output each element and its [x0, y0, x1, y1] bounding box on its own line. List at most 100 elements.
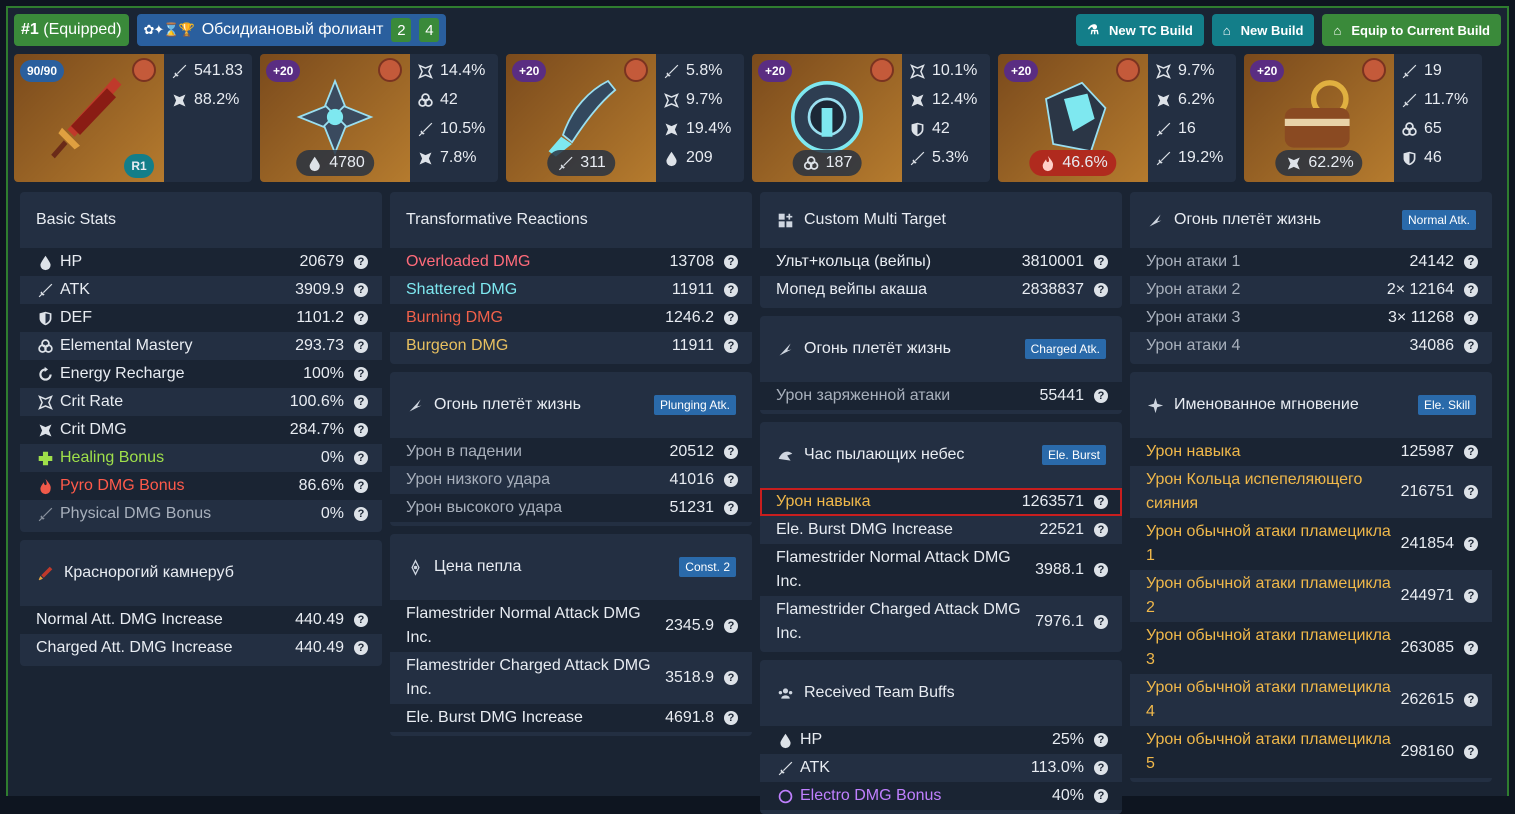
- crit-dmg-icon: [1284, 154, 1302, 172]
- help-icon[interactable]: ?: [354, 423, 368, 437]
- help-icon[interactable]: ?: [724, 473, 738, 487]
- stat-label: Урон обычной атаки пламецикла 3: [1146, 627, 1391, 668]
- stat-value: 25%: [1051, 731, 1084, 748]
- help-icon[interactable]: ?: [1094, 563, 1108, 577]
- help-icon[interactable]: ?: [1464, 745, 1478, 759]
- stat-value: 3988.1: [1035, 561, 1084, 578]
- help-icon[interactable]: ?: [1094, 389, 1108, 403]
- help-icon[interactable]: ?: [1464, 641, 1478, 655]
- set-count-4: 4: [419, 18, 440, 42]
- stat-label: Ele. Burst DMG Increase: [406, 709, 583, 726]
- help-icon[interactable]: ?: [724, 283, 738, 297]
- substat-value: 7.8%: [440, 149, 477, 166]
- column-3: Custom Multi Target Ульт+кольца (вейпы) 3…: [760, 192, 1122, 814]
- new-build-button[interactable]: ⌂ New Build: [1211, 14, 1315, 46]
- substat-value: 541.83: [194, 62, 243, 79]
- stat-row: Overloaded DMG 13708?: [390, 248, 752, 276]
- stat-label: Урон атаки 3: [1146, 309, 1241, 326]
- substat: 7.8%: [416, 147, 498, 169]
- help-icon[interactable]: ?: [354, 451, 368, 465]
- substat: 5.8%: [662, 60, 744, 82]
- stat-value: 55441: [1039, 387, 1085, 404]
- help-icon[interactable]: ?: [1464, 537, 1478, 551]
- help-icon[interactable]: ?: [1464, 589, 1478, 603]
- help-icon[interactable]: ?: [724, 445, 738, 459]
- new-tc-build-button[interactable]: ⚗ New TC Build: [1076, 14, 1204, 46]
- stat-value: 1101.2: [296, 309, 344, 326]
- help-icon[interactable]: ?: [354, 395, 368, 409]
- artifact-slot[interactable]: +20 46.6% 9.7% 6.2% 16 19.2%: [998, 54, 1236, 182]
- help-icon[interactable]: ?: [1464, 311, 1478, 325]
- help-icon[interactable]: ?: [724, 311, 738, 325]
- help-icon[interactable]: ?: [1464, 283, 1478, 297]
- equipped-badge: #1 (Equipped): [14, 14, 129, 46]
- help-icon[interactable]: ?: [1464, 693, 1478, 707]
- help-icon[interactable]: ?: [724, 339, 738, 353]
- stat-label: Урон навыка: [1146, 443, 1241, 460]
- help-icon[interactable]: ?: [1094, 733, 1108, 747]
- stat-row: Урон низкого удара 41016?: [390, 466, 752, 494]
- help-icon[interactable]: ?: [354, 367, 368, 381]
- help-icon[interactable]: ?: [354, 283, 368, 297]
- stat-label: Урон атаки 4: [1146, 337, 1241, 354]
- help-icon[interactable]: ?: [354, 507, 368, 521]
- artifact-slot[interactable]: +20 4780 14.4% 42 10.5% 7.8%: [260, 54, 498, 182]
- help-icon[interactable]: ?: [1464, 445, 1478, 459]
- help-icon[interactable]: ?: [1464, 485, 1478, 499]
- em-icon: [1400, 120, 1418, 138]
- help-icon[interactable]: ?: [354, 479, 368, 493]
- stat-row: Урон обычной атаки пламецикла 3 263085?: [1130, 622, 1492, 674]
- help-icon[interactable]: ?: [724, 711, 738, 725]
- help-icon[interactable]: ?: [724, 501, 738, 515]
- help-icon[interactable]: ?: [724, 255, 738, 269]
- stat-row: Урон навыка 1263571?: [760, 488, 1122, 516]
- sword-icon: [416, 120, 434, 138]
- help-icon[interactable]: ?: [1094, 283, 1108, 297]
- build-actions: ⚗ New TC Build ⌂ New Build ⌂ Equip to Curre…: [1076, 14, 1501, 46]
- help-icon[interactable]: ?: [1094, 615, 1108, 629]
- equip-build-button[interactable]: ⌂ Equip to Current Build: [1322, 14, 1501, 46]
- stat-row: ATK 3909.9?: [20, 276, 382, 304]
- artifact-slot[interactable]: +20 187 10.1% 12.4% 42 5.3%: [752, 54, 990, 182]
- substat-list: 541.83 88.2%: [164, 54, 252, 182]
- help-icon[interactable]: ?: [1094, 495, 1108, 509]
- character-avatar: [624, 58, 648, 82]
- help-icon[interactable]: ?: [1464, 255, 1478, 269]
- normal-atk-header: Огонь плетёт жизнь Normal Atk.: [1130, 192, 1492, 248]
- help-icon[interactable]: ?: [354, 641, 368, 655]
- help-icon[interactable]: ?: [724, 619, 738, 633]
- weapon-slot[interactable]: 90/90 R1 541.83 88.2%: [14, 54, 252, 182]
- team-icon: [776, 684, 794, 702]
- main-stat: 4780: [296, 150, 374, 176]
- help-icon[interactable]: ?: [1094, 789, 1108, 803]
- substat: 65: [1400, 118, 1482, 140]
- stat-value: 3× 11268: [1388, 309, 1454, 326]
- help-icon[interactable]: ?: [1464, 339, 1478, 353]
- stat-row: Урон атаки 1 24142?: [1130, 248, 1492, 276]
- stat-label-wrap: Урон обычной атаки пламецикла 4: [1146, 676, 1393, 724]
- help-icon[interactable]: ?: [354, 613, 368, 627]
- stat-row: Урон обычной атаки пламецикла 4 262615?: [1130, 674, 1492, 726]
- crit-rate-icon: [662, 91, 680, 109]
- stat-value: 11911: [671, 337, 714, 354]
- artifact-slot[interactable]: +20 311 5.8% 9.7% 19.4% 209: [506, 54, 744, 182]
- help-icon[interactable]: ?: [354, 255, 368, 269]
- help-icon[interactable]: ?: [1094, 523, 1108, 537]
- help-icon[interactable]: ?: [1094, 255, 1108, 269]
- column-2: Transformative Reactions Overloaded DMG 1…: [390, 192, 752, 736]
- multi-target-title: Custom Multi Target: [804, 211, 946, 228]
- burst-header: Час пылающих небес Ele. Burst: [760, 422, 1122, 488]
- normal-atk-badge: Normal Atk.: [1401, 210, 1476, 230]
- help-icon[interactable]: ?: [354, 339, 368, 353]
- help-icon[interactable]: ?: [354, 311, 368, 325]
- multi-target-header: Custom Multi Target: [760, 192, 1122, 248]
- substat-value: 9.7%: [686, 91, 723, 108]
- stat-value: 24142: [1409, 253, 1455, 270]
- basic-stats-card: Basic Stats HP 20679? ATK 3909.9? DEF 1101.2?…: [20, 192, 382, 532]
- help-icon[interactable]: ?: [724, 671, 738, 685]
- stat-value: 40%: [1051, 787, 1084, 804]
- help-icon[interactable]: ?: [1094, 761, 1108, 775]
- artifact-slot[interactable]: +20 62.2% 19 11.7% 65 46: [1244, 54, 1482, 182]
- stat-value: 440.49: [295, 639, 344, 656]
- stat-label-wrap: HP: [776, 728, 1044, 752]
